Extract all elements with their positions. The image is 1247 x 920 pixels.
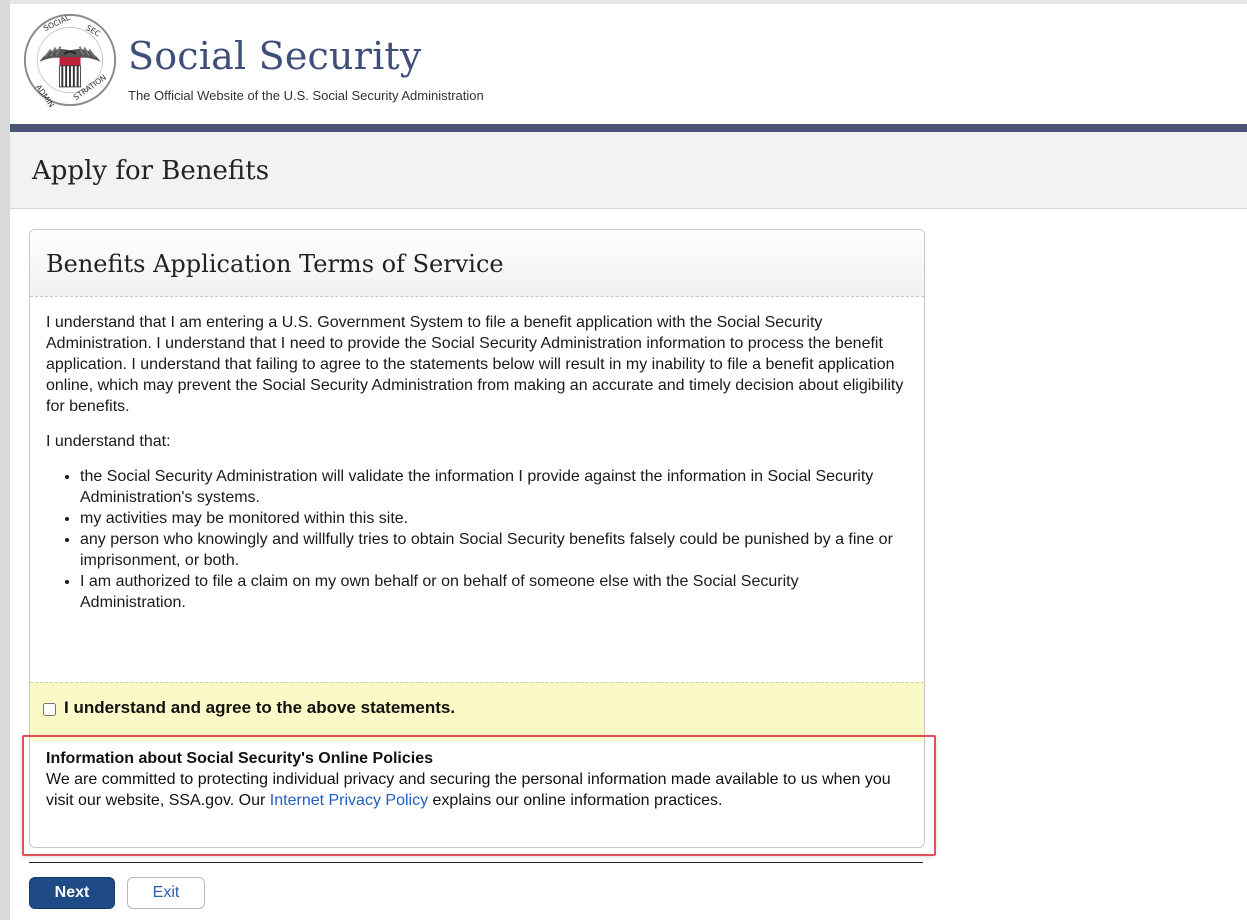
actions-divider — [29, 862, 923, 863]
site-title[interactable]: Social Security — [128, 34, 422, 78]
terms-card-header: Benefits Application Terms of Service — [30, 230, 924, 297]
terms-understand-heading: I understand that: — [46, 433, 171, 450]
agree-checkbox[interactable] — [43, 703, 56, 716]
next-button[interactable]: Next — [29, 877, 115, 909]
site-header: SOCIAL SEC ADMIN STRATION Social Securit… — [10, 0, 1247, 128]
online-policies-section: Information about Social Security's Onli… — [46, 748, 916, 811]
exit-button[interactable]: Exit — [127, 877, 205, 909]
terms-list-item: I am authorized to file a claim on my ow… — [80, 571, 916, 613]
page-title-band: Apply for Benefits — [10, 132, 1247, 209]
terms-list: the Social Security Administration will … — [46, 466, 916, 613]
policy-text-after: explains our online information practice… — [428, 792, 723, 809]
privacy-policy-link[interactable]: Internet Privacy Policy — [270, 792, 428, 809]
policy-heading: Information about Social Security's Onli… — [46, 750, 433, 767]
page: SOCIAL SEC ADMIN STRATION Social Securit… — [0, 0, 1247, 920]
agree-section: I understand and agree to the above stat… — [30, 682, 924, 741]
terms-list-item: my activities may be monitored within th… — [80, 508, 916, 529]
terms-card: Benefits Application Terms of Service I … — [29, 229, 925, 848]
page-title: Apply for Benefits — [32, 156, 270, 186]
site-subtitle: The Official Website of the U.S. Social … — [128, 88, 484, 103]
left-edge-rule — [0, 0, 10, 920]
terms-list-item: any person who knowingly and willfully t… — [80, 529, 916, 571]
ssa-seal-icon[interactable]: SOCIAL SEC ADMIN STRATION — [22, 12, 118, 108]
header-divider-bar — [10, 124, 1247, 132]
terms-list-item: the Social Security Administration will … — [80, 466, 916, 508]
terms-title: Benefits Application Terms of Service — [46, 250, 504, 278]
policy-text: We are committed to protecting individua… — [46, 769, 916, 811]
agree-label[interactable]: I understand and agree to the above stat… — [64, 698, 455, 718]
terms-intro: I understand that I am entering a U.S. G… — [46, 314, 904, 415]
terms-body: I understand that I am entering a U.S. G… — [46, 312, 916, 613]
